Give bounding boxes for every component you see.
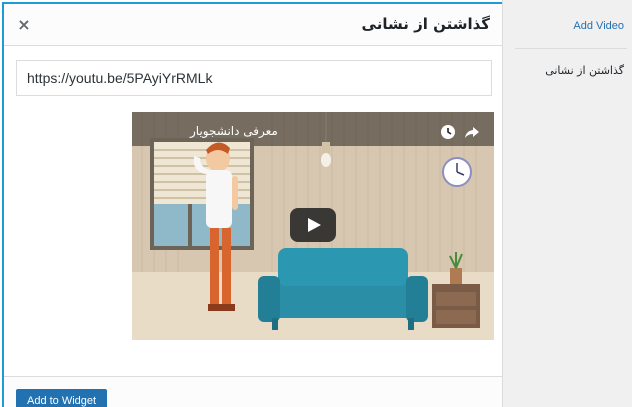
modal-title: گذاشتن از نشانی <box>361 15 490 33</box>
sidebar-item-insert-from-url[interactable]: گذاشتن از نشانی <box>545 64 624 77</box>
video-title: معرفی دانشجویار <box>190 124 278 138</box>
modal-header: × گذاشتن از نشانی <box>4 4 502 46</box>
close-icon[interactable]: × <box>14 15 34 35</box>
play-icon[interactable] <box>290 208 336 242</box>
video-embed[interactable]: معرفی دانشجویار <box>132 112 494 340</box>
add-to-widget-button[interactable]: Add to Widget <box>16 389 108 407</box>
screen: × گذاشتن از نشانی https://youtu.be/5PAyi… <box>0 0 632 407</box>
media-modal: × گذاشتن از نشانی https://youtu.be/5PAyi… <box>2 2 502 407</box>
media-sidebar: Add Video گذاشتن از نشانی <box>502 0 632 407</box>
add-video-link[interactable]: Add Video <box>573 20 624 32</box>
share-icon[interactable] <box>464 124 480 140</box>
clock-icon[interactable] <box>440 124 456 140</box>
sidebar-divider <box>515 48 627 49</box>
modal-footer: Add to Widget <box>4 376 502 407</box>
url-input[interactable]: https://youtu.be/5PAyiYrRMLk <box>16 60 492 96</box>
